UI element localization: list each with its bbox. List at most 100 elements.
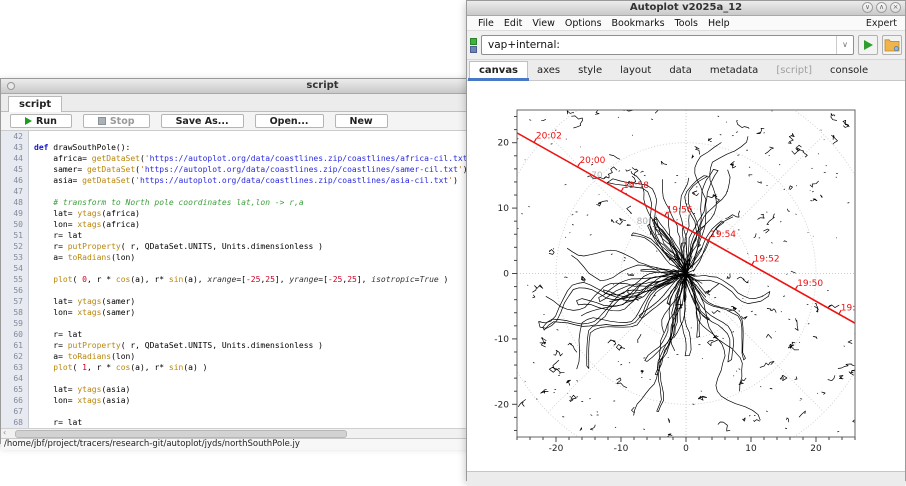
svg-text:-10: -10: [494, 335, 509, 345]
go-button[interactable]: [858, 35, 878, 55]
minimize-button[interactable]: ∨: [862, 2, 873, 13]
autoplot-tab-bar: canvasaxesstylelayoutdatametadata[script…: [467, 60, 905, 81]
line-number: 66: [1, 395, 23, 406]
trajectory-time-label: 19:48: [841, 303, 867, 313]
line-number: 58: [1, 307, 23, 318]
script-window-title: script: [306, 79, 338, 93]
colatitude-label: 80: [637, 217, 649, 227]
folder-icon: [884, 38, 900, 52]
line-number: 47: [1, 186, 23, 197]
svg-text:20: 20: [498, 139, 510, 149]
datasource-indicator-icon: [470, 38, 477, 53]
close-button[interactable]: ×: [890, 2, 901, 13]
line-number: 53: [1, 252, 23, 263]
stop-button[interactable]: Stop: [83, 114, 150, 128]
menu-bookmarks[interactable]: Bookmarks: [607, 18, 670, 29]
menu-help[interactable]: Help: [703, 18, 735, 29]
blue-led-icon: [470, 46, 477, 53]
line-number: 45: [1, 164, 23, 175]
menu-items: FileEditViewOptionsBookmarksToolsHelp: [473, 18, 735, 29]
menu-bar: FileEditViewOptionsBookmarksToolsHelp Ex…: [467, 16, 905, 31]
line-number: 60: [1, 329, 23, 340]
tab-console[interactable]: console: [821, 62, 877, 80]
line-number: 50: [1, 219, 23, 230]
run-button[interactable]: Run: [10, 114, 72, 128]
line-number: 49: [1, 208, 23, 219]
trajectory-time-label: 19:50: [797, 279, 823, 289]
line-number: 51: [1, 230, 23, 241]
line-number: 54: [1, 263, 23, 274]
line-number: 43: [1, 142, 23, 153]
tab-data[interactable]: data: [660, 62, 701, 80]
window-control-icon[interactable]: [7, 82, 15, 90]
trajectory-time-label: 19:54: [710, 230, 736, 240]
save-as-button[interactable]: Save As...: [161, 114, 244, 128]
line-number: 42: [1, 131, 23, 142]
svg-text:0: 0: [503, 270, 509, 280]
new-button[interactable]: New: [335, 114, 388, 128]
window-buttons: ∨ ∧ ×: [862, 2, 901, 13]
line-number: 44: [1, 153, 23, 164]
menu-edit[interactable]: Edit: [499, 18, 527, 29]
tab-style[interactable]: style: [569, 62, 611, 80]
trajectory-time-label: 19:56: [667, 205, 693, 215]
svg-text:10: 10: [498, 204, 510, 214]
maximize-button[interactable]: ∧: [876, 2, 887, 13]
tab-canvas[interactable]: canvas: [469, 61, 528, 80]
file-path-text: /home/jbf/project/tracers/research-git/a…: [4, 439, 300, 449]
tab-script[interactable]: script: [8, 96, 62, 112]
line-number: 63: [1, 362, 23, 373]
trajectory-time-label: 20:02: [536, 132, 562, 142]
line-number: 67: [1, 406, 23, 417]
green-led-icon: [470, 38, 477, 45]
autoplot-window: Autoplot v2025a_12 ∨ ∧ × FileEditViewOpt…: [466, 0, 906, 481]
line-number: 65: [1, 384, 23, 395]
svg-text:-20: -20: [494, 400, 509, 410]
tab-axes[interactable]: axes: [528, 62, 569, 80]
autoplot-status-bar: [467, 471, 905, 486]
polar-coastline-plot: 708020:0220:0019:5819:5619:5419:5219:501…: [467, 81, 906, 471]
menu-tools[interactable]: Tools: [670, 18, 703, 29]
trajectory-time-label: 19:58: [623, 181, 649, 191]
svg-text:0: 0: [683, 444, 689, 454]
autoplot-window-title: Autoplot v2025a_12: [630, 1, 742, 15]
tab-metadata[interactable]: metadata: [701, 62, 767, 80]
autoplot-titlebar[interactable]: Autoplot v2025a_12 ∨ ∧ ×: [467, 1, 905, 16]
svg-text:-10: -10: [614, 444, 629, 454]
line-number: 62: [1, 351, 23, 362]
dropdown-chevron-icon[interactable]: ∨: [836, 36, 853, 54]
line-number: 61: [1, 340, 23, 351]
line-number-gutter: 4243444546474849505152535455565758596061…: [1, 131, 29, 428]
menu-file[interactable]: File: [473, 18, 499, 29]
tab-script[interactable]: [script]: [767, 62, 821, 80]
svg-text:10: 10: [745, 444, 757, 454]
menu-options[interactable]: Options: [560, 18, 607, 29]
open-button[interactable]: Open...: [255, 114, 324, 128]
uri-value[interactable]: vap+internal:: [482, 39, 836, 51]
line-number: 64: [1, 373, 23, 384]
line-number: 59: [1, 318, 23, 329]
line-number: 46: [1, 175, 23, 186]
go-play-icon: [864, 40, 873, 50]
open-file-button[interactable]: [882, 35, 902, 55]
line-number: 57: [1, 296, 23, 307]
plot-canvas[interactable]: 708020:0220:0019:5819:5619:5419:5219:501…: [467, 81, 905, 471]
tab-layout[interactable]: layout: [611, 62, 660, 80]
uri-combobox[interactable]: vap+internal: ∨: [481, 35, 854, 55]
line-number: 56: [1, 285, 23, 296]
stop-button-label: Stop: [110, 116, 135, 127]
run-play-icon: [25, 117, 32, 125]
line-number: 68: [1, 417, 23, 428]
scroll-left-arrow-icon[interactable]: ‹: [3, 429, 6, 437]
scrollbar-thumb[interactable]: [15, 430, 347, 438]
line-number: 55: [1, 274, 23, 285]
line-number: 48: [1, 197, 23, 208]
line-number: 52: [1, 241, 23, 252]
trajectory-time-label: 20:00: [579, 156, 605, 166]
uri-bar: vap+internal: ∨: [467, 31, 905, 60]
menu-view[interactable]: View: [527, 18, 560, 29]
svg-text:-20: -20: [549, 444, 564, 454]
expert-mode-label[interactable]: Expert: [866, 18, 899, 29]
svg-text:20: 20: [810, 444, 822, 454]
stop-icon: [98, 117, 106, 125]
